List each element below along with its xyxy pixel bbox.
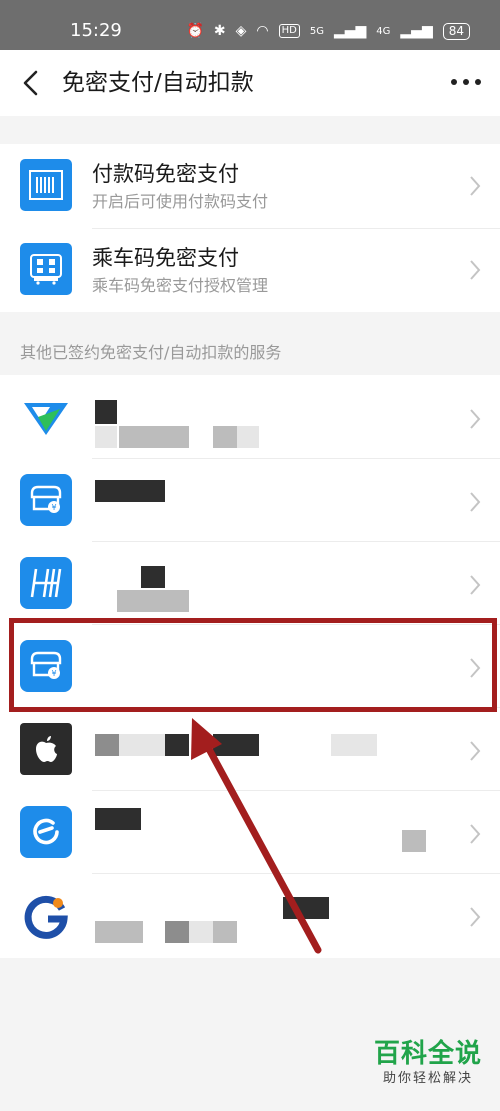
redacted-text [165, 921, 189, 943]
redacted-text [213, 426, 237, 448]
list-item[interactable] [0, 375, 500, 458]
chevron-right-icon [470, 176, 481, 196]
signal-4g-bars-icon: ▂▄▆ [400, 23, 433, 39]
chevron-right-icon [470, 824, 481, 844]
redacted-text [119, 426, 189, 448]
green-v-logo-icon [20, 391, 72, 443]
primary-services-card: 付款码免密支付 开启后可使用付款码支付 乘车码免密支付 乘车码免密支付授权管理 [0, 144, 500, 312]
redacted-text [165, 734, 189, 756]
redacted-text [95, 426, 117, 448]
redacted-text [283, 897, 329, 919]
payment-code-subtitle: 开启后可使用付款码支付 [92, 192, 269, 211]
list-item[interactable]: ¥ [0, 458, 500, 541]
back-arrow-icon[interactable] [18, 68, 46, 98]
list-item[interactable] [0, 541, 500, 624]
redacted-text [189, 921, 213, 943]
redacted-text [141, 566, 165, 588]
chevron-right-icon [470, 907, 481, 927]
redacted-text [95, 921, 143, 943]
top-spacer [0, 116, 500, 144]
chevron-right-icon [470, 409, 481, 429]
redacted-text [95, 400, 117, 424]
bus-qr-icon [20, 243, 72, 295]
highlight-box [9, 618, 497, 712]
watermark: 百科全说 助你轻松解决 [368, 1039, 488, 1087]
status-icons: ⏰ ✱ ◈ ◠ HD 5G ▂▄▆ 4G ▂▄▆ 84 [186, 20, 470, 42]
chevron-right-icon [470, 492, 481, 512]
list-item[interactable] [0, 790, 500, 873]
bus-code-row[interactable]: 乘车码免密支付 乘车码免密支付授权管理 [0, 228, 500, 312]
chevron-right-icon [470, 741, 481, 761]
g-logo-icon [20, 889, 72, 941]
barcode-icon [20, 159, 72, 211]
redacted-text [95, 734, 119, 756]
hd-badge: HD [278, 24, 300, 38]
status-time: 15:29 [70, 20, 122, 41]
chevron-right-icon [470, 575, 481, 595]
redacted-text [117, 590, 189, 612]
e-logo-icon [20, 806, 72, 858]
redacted-text [95, 808, 141, 830]
apple-logo-icon [20, 723, 72, 775]
bus-code-title: 乘车码免密支付 [92, 246, 239, 270]
nav-bar: 免密支付/自动扣款 [0, 50, 500, 116]
h-logo-icon [20, 557, 72, 609]
bluetooth-icon: ✱ [213, 23, 226, 39]
list-item[interactable] [0, 873, 500, 956]
section-header: 其他已签约免密支付/自动扣款的服务 [20, 343, 282, 362]
svg-text:¥: ¥ [51, 503, 56, 512]
page-title: 免密支付/自动扣款 [62, 70, 254, 96]
redacted-text [402, 830, 426, 852]
chevron-right-icon [470, 260, 481, 280]
wifi-icon: ◠ [256, 23, 269, 39]
payment-code-row[interactable]: 付款码免密支付 开启后可使用付款码支付 [0, 144, 500, 228]
redacted-text [95, 480, 165, 502]
shield-icon: ◈ [235, 23, 247, 39]
payment-code-title: 付款码免密支付 [92, 162, 239, 186]
status-bar: 15:29 ⏰ ✱ ◈ ◠ HD 5G ▂▄▆ 4G ▂▄▆ 84 [0, 0, 500, 50]
bus-code-subtitle: 乘车码免密支付授权管理 [92, 276, 269, 295]
more-dots-icon[interactable] [448, 74, 484, 90]
redacted-text [237, 426, 259, 448]
list-item[interactable] [0, 707, 500, 790]
redacted-text [119, 734, 165, 756]
alarm-icon: ⏰ [186, 23, 204, 39]
redacted-text [213, 734, 259, 756]
signal-5g-bars-icon: ▂▄▆ [333, 23, 367, 39]
battery-indicator: 84 [442, 22, 470, 40]
signal-5g: 5G [309, 25, 324, 37]
watermark-tagline: 助你轻松解决 [382, 1071, 473, 1086]
redacted-text [331, 734, 377, 756]
store-payment-icon: ¥ [20, 474, 72, 526]
watermark-brand: 百科全说 [373, 1039, 482, 1069]
signal-4g: 4G [376, 25, 391, 37]
redacted-text [213, 921, 237, 943]
